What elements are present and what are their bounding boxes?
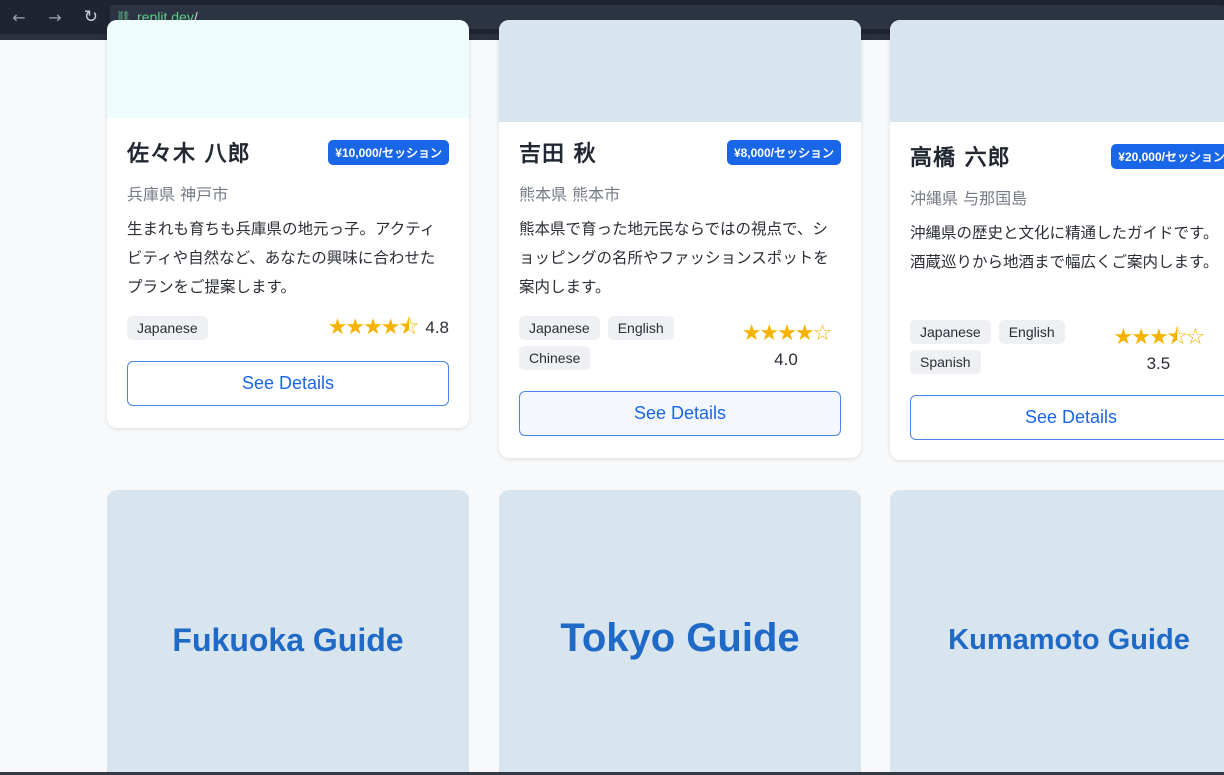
rating-score: 4.8 <box>425 318 449 337</box>
guide-photo <box>499 20 861 122</box>
city-guide-card[interactable]: Fukuoka Guide <box>107 490 469 775</box>
rating-score: 3.5 <box>1146 354 1171 373</box>
city-guide-card[interactable]: Kumamoto Guide <box>890 490 1224 775</box>
guide-photo <box>890 20 1224 122</box>
guide-location: 沖縄県 与那国島 <box>910 189 1028 208</box>
price-badge: ¥10,000/セッション <box>328 139 449 165</box>
guide-name: 吉田 秋 <box>519 142 597 167</box>
language-tag: English <box>607 316 674 340</box>
language-tags: Japanese English Chinese <box>519 316 719 370</box>
star-rating-icon: ★★★★☆ <box>741 321 833 346</box>
guide-card: 吉田 秋 ¥8,000/セッション 熊本県 熊本市 熊本県で育った地元民ならでは… <box>499 20 861 458</box>
reload-icon[interactable]: ↻ <box>80 7 102 27</box>
guide-description: 生まれも育ちも兵庫県の地元っ子。アクティビティや自然など、あなたの興味に合わせた… <box>127 220 436 296</box>
guide-description: 熊本県で育った地元民ならではの視点で、ショッピングの名所やファッションスポットを… <box>519 220 829 296</box>
language-tag: Japanese <box>519 316 600 340</box>
see-details-button[interactable]: See Details <box>127 361 449 406</box>
city-guide-card[interactable]: Tokyo Guide <box>499 490 861 775</box>
language-tag: Spanish <box>910 350 981 374</box>
guide-name: 佐々木 八郎 <box>127 142 251 167</box>
see-details-button[interactable]: See Details <box>910 395 1224 440</box>
star-rating-icon: ★★★⯪☆ <box>1113 325 1206 350</box>
rating-score: 4.0 <box>774 350 798 369</box>
rating: ★★★⯪☆ 3.5 <box>1105 320 1212 374</box>
rating: ★★★★⯪ 4.8 <box>322 316 449 340</box>
language-tag: Japanese <box>910 320 991 344</box>
guide-description: 沖縄県の歴史と文化に精通したガイドです。酒蔵巡りから地酒まで幅広くご案内します。 <box>910 224 1219 271</box>
language-tags: Japanese <box>127 316 322 340</box>
back-arrow-icon[interactable]: ← <box>8 8 30 27</box>
city-guide-title: Tokyo Guide <box>560 615 800 660</box>
guide-photo <box>107 20 469 118</box>
price-badge: ¥8,000/セッション <box>726 139 841 165</box>
language-tag: Japanese <box>127 316 208 340</box>
price-badge: ¥20,000/セッション <box>1111 143 1224 169</box>
rating: ★★★★☆ 4.0 <box>731 316 841 370</box>
star-rating-icon: ★★★★⯪ <box>327 315 420 340</box>
language-tags: Japanese English Spanish <box>910 320 1105 374</box>
city-guide-title: Fukuoka Guide <box>172 621 404 658</box>
guide-name: 高橋 六郎 <box>910 146 1011 171</box>
guide-location: 熊本県 熊本市 <box>519 185 621 204</box>
guide-card: 佐々木 八郎 ¥10,000/セッション 兵庫県 神戸市 生まれも育ちも兵庫県の… <box>107 20 469 428</box>
forward-arrow-icon[interactable]: → <box>44 8 66 27</box>
language-tag: English <box>998 320 1065 344</box>
guide-card: 高橋 六郎 ¥20,000/セッション 沖縄県 与那国島 沖縄県の歴史と文化に精… <box>890 20 1224 460</box>
language-tag: Chinese <box>519 346 591 370</box>
guide-location: 兵庫県 神戸市 <box>127 185 229 204</box>
see-details-button[interactable]: See Details <box>519 391 841 436</box>
city-guide-title: Kumamoto Guide <box>948 623 1190 656</box>
